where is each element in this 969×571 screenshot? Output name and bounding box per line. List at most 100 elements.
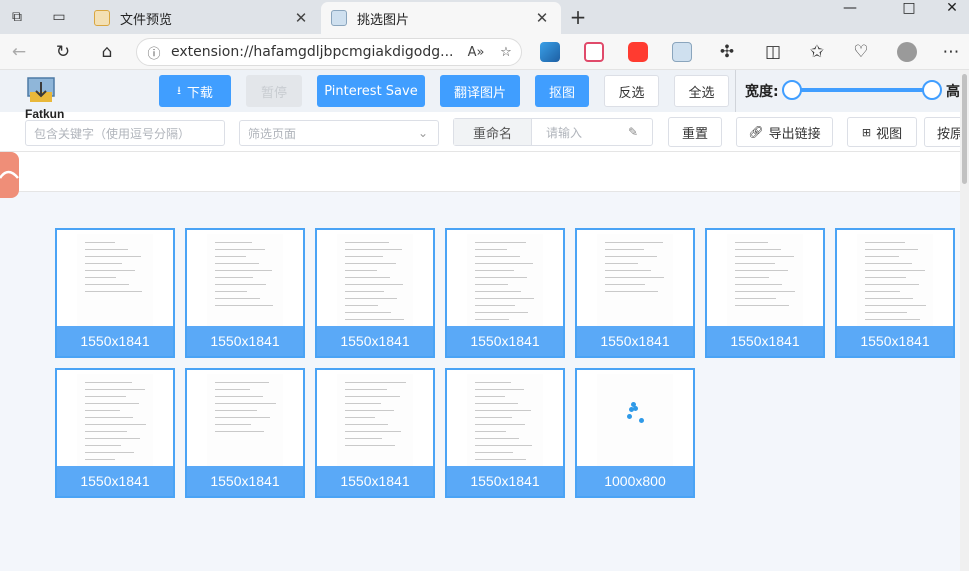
image-card[interactable]: 1550x1841 <box>185 228 305 358</box>
thumbnail-text-line <box>605 270 651 271</box>
thumbnail-text-line <box>85 410 120 411</box>
image-thumbnail <box>597 234 673 326</box>
thumbnail-text-line <box>85 389 145 390</box>
extensions-puzzle-icon[interactable]: ✣ <box>714 40 740 64</box>
thumbnail-text-line <box>865 270 925 271</box>
thumbnail-text-line <box>865 277 906 278</box>
image-card[interactable]: 1550x1841 <box>55 228 175 358</box>
scrollbar-thumb[interactable] <box>962 74 967 184</box>
pause-button[interactable]: 暂停 <box>246 75 302 107</box>
rename-field[interactable]: 重命名 请输入 ✎ <box>453 118 653 146</box>
invert-selection-button[interactable]: 反选 <box>604 75 659 107</box>
favorite-star-icon[interactable]: ☆ <box>491 45 521 60</box>
thumbnail-text-line <box>345 445 395 446</box>
thumbnail-text-line <box>85 452 134 453</box>
rename-input[interactable]: 请输入 <box>532 119 628 145</box>
sort-button[interactable]: 按原 <box>924 117 964 147</box>
image-card[interactable]: 1550x1841 <box>185 368 305 498</box>
thumbnail-text-line <box>345 270 377 271</box>
download-button[interactable]: ⭳ 下载 <box>159 75 231 107</box>
read-aloud-icon[interactable]: A» <box>461 45 491 60</box>
profile-avatar-icon[interactable] <box>894 40 920 64</box>
back-icon[interactable]: ← <box>6 40 32 64</box>
close-icon[interactable]: ✕ <box>533 9 551 27</box>
tab-select-images[interactable]: 挑选图片 ✕ <box>321 2 561 34</box>
new-tab-icon[interactable]: + <box>567 5 589 29</box>
image-thumbnail <box>337 234 413 326</box>
select-all-button[interactable]: 全选 <box>674 75 729 107</box>
thumbnail-dot <box>627 414 632 419</box>
thumbnail-text-line <box>605 263 638 264</box>
reset-button[interactable]: 重置 <box>668 117 722 147</box>
slider-min-handle[interactable] <box>782 80 802 100</box>
close-icon[interactable]: ✕ <box>292 9 310 27</box>
url-field[interactable]: ⓘ extension://hafamgdljbpcmgiakdigodg...… <box>136 38 522 66</box>
thumbnail-text-line <box>475 256 520 257</box>
favorites-icon[interactable]: ✩ <box>804 40 830 64</box>
thumbnail-text-line <box>215 298 260 299</box>
thumbnail-text-line <box>215 291 247 292</box>
image-card[interactable]: 1550x1841 <box>575 228 695 358</box>
filter-page-select[interactable]: 筛选页面 ⌄ <box>239 120 439 146</box>
thumbnail-text-line <box>85 242 115 243</box>
browser-tab-bar: ⧉ ▭ 文件预览 ✕ 挑选图片 ✕ + — □ ✕ <box>0 0 969 34</box>
image-card[interactable]: 1550x1841 <box>705 228 825 358</box>
image-card[interactable]: 1550x1841 <box>315 368 435 498</box>
thumbnail-text-line <box>215 431 264 432</box>
side-panel-tab[interactable] <box>0 152 19 198</box>
thumbnail-text-line <box>345 298 397 299</box>
translate-images-button[interactable]: 翻译图片 <box>440 75 520 107</box>
maximize-icon[interactable]: □ <box>887 0 931 18</box>
refresh-icon[interactable]: ↻ <box>50 40 76 64</box>
minimize-icon[interactable]: — <box>828 0 872 18</box>
tab-file-preview[interactable]: 文件预览 ✕ <box>84 2 320 34</box>
thumbnail-text-line <box>865 249 918 250</box>
image-size-caption: 1550x1841 <box>447 466 563 496</box>
site-info-icon[interactable]: ⓘ <box>137 43 171 62</box>
browser-essentials-icon[interactable]: ♡ <box>848 40 874 64</box>
tab-actions-icon[interactable]: ▭ <box>48 6 70 28</box>
thumbnail-text-line <box>865 298 913 299</box>
image-card[interactable]: 1550x1841 <box>835 228 955 358</box>
extension-icon[interactable] <box>540 42 560 62</box>
tv-extension-icon[interactable] <box>584 42 604 62</box>
workspaces-icon[interactable]: ⧉ <box>6 6 28 28</box>
close-window-icon[interactable]: ✕ <box>935 0 969 18</box>
thumbnail-text-line <box>475 249 507 250</box>
pinterest-save-button[interactable]: Pinterest Save <box>317 75 425 107</box>
thumbnail-text-line <box>85 424 146 425</box>
keyword-input[interactable]: 包含关键字（使用逗号分隔） <box>25 120 225 146</box>
image-card[interactable]: 1550x1841 <box>445 368 565 498</box>
thumbnail-text-line <box>475 284 508 285</box>
thumbnail-text-line <box>345 256 383 257</box>
home-icon[interactable]: ⌂ <box>94 40 120 64</box>
thumbnail-text-line <box>475 459 526 460</box>
video-extension-icon[interactable] <box>628 42 648 62</box>
image-thumbnail <box>467 234 543 334</box>
image-card[interactable]: 1550x1841 <box>315 228 435 358</box>
thumbnail-text-line <box>345 319 404 320</box>
slider-max-handle[interactable] <box>922 80 942 100</box>
image-card[interactable]: 1550x1841 <box>55 368 175 498</box>
thumbnail-text-line <box>85 396 126 397</box>
tab-title: 挑选图片 <box>357 12 410 28</box>
thumbnail-dot <box>639 418 644 423</box>
thumbnail-text-line <box>475 298 534 299</box>
image-thumbnail <box>207 234 283 326</box>
tab-title: 文件预览 <box>120 12 173 28</box>
split-screen-icon[interactable]: ◫ <box>760 40 786 64</box>
view-button[interactable]: ⊞ 视图 <box>847 117 917 147</box>
more-icon[interactable]: ⋯ <box>938 40 964 64</box>
image-extension-icon[interactable] <box>672 42 692 62</box>
cutout-button[interactable]: 抠图 <box>535 75 589 107</box>
thumbnail-text-line <box>215 417 270 418</box>
image-card[interactable]: 1000x800 <box>575 368 695 498</box>
thumbnail-text-line <box>85 249 128 250</box>
thumbnail-text-line <box>605 291 658 292</box>
image-card[interactable]: 1550x1841 <box>445 228 565 358</box>
thumbnail-text-line <box>345 249 402 250</box>
thumbnail-text-line <box>345 263 396 264</box>
thumbnail-text-line <box>475 417 512 418</box>
export-links-button[interactable]: 🔗︎ 导出链接 <box>736 117 833 147</box>
width-slider-track[interactable] <box>792 88 932 92</box>
